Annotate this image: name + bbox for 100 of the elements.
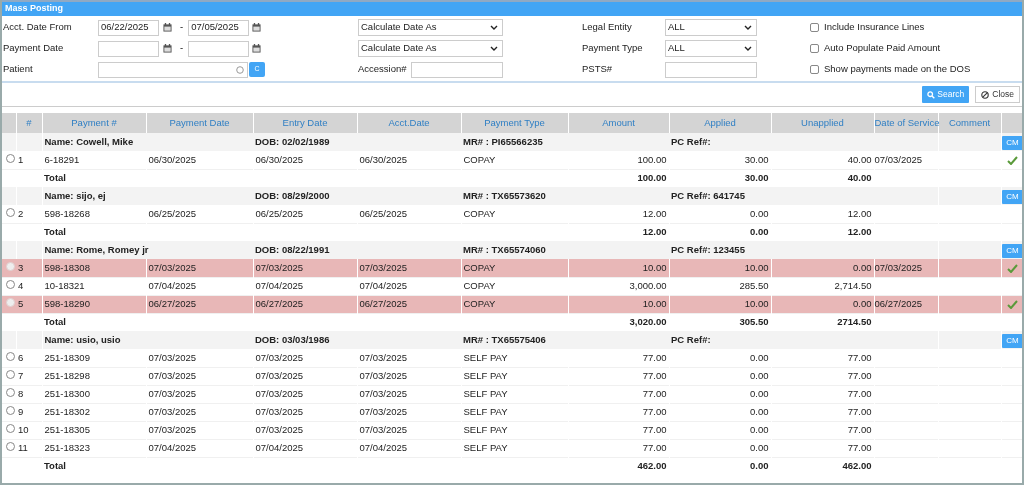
payment-row[interactable]: 1 6-18291 06/30/2025 06/30/2025 06/30/2025 COPAY 100.00 30.00 40.00 07/03/2025 bbox=[2, 151, 1022, 169]
row-number: 8 bbox=[18, 387, 24, 399]
radio-button[interactable] bbox=[5, 423, 15, 433]
row-number: 1 bbox=[18, 153, 24, 165]
date-of-birth: DOB: 02/02/1989 bbox=[255, 135, 330, 147]
total-label: Total bbox=[44, 460, 66, 472]
amount: 77.00 bbox=[642, 369, 667, 381]
total-amount: 462.00 bbox=[637, 460, 667, 472]
row-number: 9 bbox=[18, 405, 24, 417]
entry-date: 06/27/2025 bbox=[255, 297, 304, 309]
radio-button[interactable] bbox=[5, 279, 15, 289]
unapplied-amount: 0.00 bbox=[853, 297, 872, 309]
checkbox[interactable] bbox=[810, 44, 819, 53]
applied-amount: 285.50 bbox=[739, 279, 769, 291]
checkbox[interactable] bbox=[810, 23, 819, 32]
total-applied: 0.00 bbox=[750, 460, 769, 472]
amount: 77.00 bbox=[642, 351, 667, 363]
row-number: 2 bbox=[18, 207, 24, 219]
radio-button[interactable] bbox=[5, 369, 15, 379]
calendar-icon[interactable] bbox=[252, 23, 262, 32]
payment-type: SELF PAY bbox=[463, 405, 508, 417]
acct-date: 07/04/2025 bbox=[359, 279, 408, 291]
date-field[interactable]: 07/05/2025 bbox=[188, 19, 250, 36]
amount: 77.00 bbox=[642, 405, 667, 417]
payment-number: 251-18300 bbox=[44, 387, 90, 399]
psts-field[interactable] bbox=[665, 61, 757, 78]
payment-number: 10-18321 bbox=[44, 279, 85, 291]
dropdown[interactable]: Calculate Date As bbox=[358, 19, 503, 36]
radio-button[interactable] bbox=[5, 405, 15, 415]
patient-field[interactable] bbox=[98, 61, 248, 78]
payment-number: 251-18305 bbox=[44, 423, 90, 435]
chevron-down-icon bbox=[744, 25, 752, 30]
pc-reference: PC Ref#: 641745 bbox=[671, 189, 745, 201]
payment-row[interactable]: 2 598-18268 06/25/2025 06/25/2025 06/25/2025 COPAY 12.00 0.00 12.00 bbox=[2, 205, 1022, 223]
entry-date: 07/04/2025 bbox=[255, 441, 304, 453]
payment-type: COPAY bbox=[463, 153, 496, 165]
date-of-birth: DOB: 03/03/1986 bbox=[255, 333, 330, 345]
payment-number: 251-18323 bbox=[44, 441, 90, 453]
calendar-icon[interactable] bbox=[163, 44, 172, 53]
medical-record-number: MR# : TX65574060 bbox=[463, 243, 546, 255]
amount: 100.00 bbox=[637, 153, 667, 165]
date-field[interactable] bbox=[188, 40, 250, 57]
acct-date: 07/03/2025 bbox=[359, 387, 408, 399]
accession-field[interactable] bbox=[411, 61, 503, 78]
entry-date: 06/25/2025 bbox=[255, 207, 304, 219]
pc-reference: PC Ref#: 123455 bbox=[671, 243, 745, 255]
dropdown[interactable]: Calculate Date As bbox=[358, 40, 503, 57]
total-unapplied: 12.00 bbox=[847, 226, 872, 238]
checkbox[interactable] bbox=[810, 65, 819, 74]
unapplied-amount: 77.00 bbox=[847, 369, 872, 381]
unapplied-amount: 77.00 bbox=[847, 387, 872, 399]
dropdown[interactable]: ALL bbox=[665, 40, 757, 57]
unapplied-amount: 12.00 bbox=[847, 207, 872, 219]
total-applied: 30.00 bbox=[744, 172, 769, 184]
total-applied: 305.50 bbox=[739, 316, 769, 328]
date-field[interactable]: 06/22/2025 bbox=[98, 19, 159, 36]
patient-name: Name: sijo, ej bbox=[44, 189, 106, 201]
payment-type: COPAY bbox=[463, 279, 496, 291]
radio-button[interactable] bbox=[5, 387, 15, 397]
acct-date: 06/25/2025 bbox=[359, 207, 408, 219]
applied-amount: 0.00 bbox=[750, 369, 769, 381]
calendar-icon[interactable] bbox=[163, 23, 172, 32]
total-amount: 100.00 bbox=[637, 172, 667, 184]
radio-button[interactable] bbox=[5, 153, 15, 163]
chevron-down-icon bbox=[490, 46, 498, 51]
amount: 3,000.00 bbox=[629, 279, 667, 291]
field-label: Payment Type bbox=[582, 41, 644, 56]
unapplied-amount: 0.00 bbox=[853, 261, 872, 273]
applied-amount: 0.00 bbox=[750, 423, 769, 435]
row-number: 5 bbox=[18, 297, 24, 309]
total-unapplied: 40.00 bbox=[847, 172, 872, 184]
applied-amount: 10.00 bbox=[744, 297, 769, 309]
total-label: Total bbox=[44, 316, 66, 328]
dropdown[interactable]: ALL bbox=[665, 19, 757, 36]
date-field[interactable] bbox=[98, 40, 159, 57]
calendar-icon[interactable] bbox=[252, 44, 262, 53]
close-button[interactable]: Close bbox=[975, 86, 1020, 103]
acct-date: 06/27/2025 bbox=[359, 297, 408, 309]
acct-date: 07/03/2025 bbox=[359, 351, 408, 363]
radio-button[interactable] bbox=[5, 207, 15, 217]
payment-type: SELF PAY bbox=[463, 441, 508, 453]
radio-button[interactable] bbox=[5, 441, 15, 451]
amount: 10.00 bbox=[642, 261, 667, 273]
radio-button[interactable] bbox=[5, 351, 15, 361]
total-label: Total bbox=[44, 226, 66, 238]
entry-date: 07/03/2025 bbox=[255, 369, 304, 381]
applied-amount: 0.00 bbox=[750, 441, 769, 453]
medical-record-number: MR# : PI65566235 bbox=[463, 135, 543, 147]
entry-date: 07/03/2025 bbox=[255, 387, 304, 399]
chevron-down-icon bbox=[490, 25, 498, 30]
payment-number: 598-18308 bbox=[44, 261, 90, 273]
payment-type: SELF PAY bbox=[463, 369, 508, 381]
payment-row[interactable]: 6 251-18309 07/03/2025 07/03/2025 07/03/2025 SELF PAY 77.00 0.00 77.00 bbox=[2, 349, 1022, 367]
field-label: Payment Date bbox=[3, 41, 65, 56]
total-applied: 0.00 bbox=[750, 226, 769, 238]
entry-date: 07/03/2025 bbox=[255, 261, 304, 273]
medical-record-number: MR# : TX65573620 bbox=[463, 189, 546, 201]
unapplied-amount: 77.00 bbox=[847, 351, 872, 363]
amount: 77.00 bbox=[642, 423, 667, 435]
payment-row[interactable]: 3 598-18308 07/03/2025 07/03/2025 07/03/2025 COPAY 10.00 10.00 0.00 07/03/2025 bbox=[2, 259, 1022, 277]
